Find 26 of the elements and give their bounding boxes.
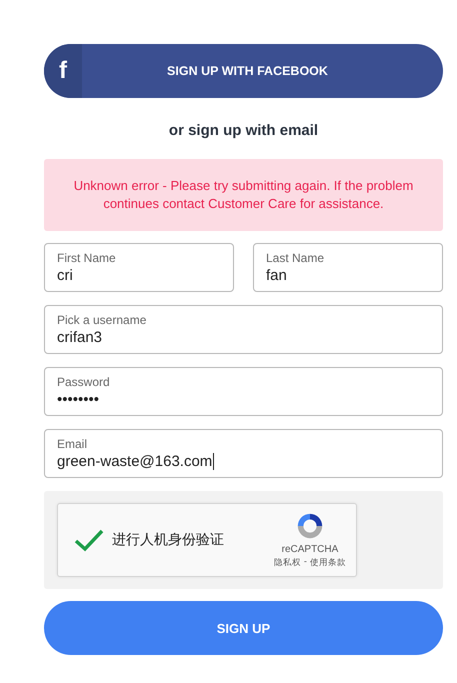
text-field[interactable]: Password •••••••• — [44, 367, 443, 416]
sign-up-button[interactable]: SIGN UP — [44, 601, 443, 655]
text-field[interactable]: Email green-waste@163.com — [44, 429, 443, 478]
text-field[interactable]: Last Name fan — [253, 243, 443, 292]
field-value: green-waste@163.com — [57, 453, 214, 470]
checkmark-icon[interactable] — [74, 528, 104, 552]
field-label: First Name — [57, 251, 116, 265]
field-label: Email — [57, 437, 88, 451]
facebook-icon: f — [44, 44, 82, 98]
facebook-signup-button[interactable]: f SIGN UP WITH FACEBOOK — [44, 44, 443, 98]
error-alert: Unknown error - Please try submitting again. If the problem continues contact Customer Care for assistance. — [44, 159, 443, 231]
link-separator: - — [304, 557, 307, 569]
text-field[interactable]: First Name cri — [44, 243, 234, 292]
field-label: Pick a username — [57, 313, 146, 327]
section-heading: or sign up with email — [168, 122, 318, 139]
captcha-label: 进行人机身份验证 — [112, 531, 225, 549]
terms-link[interactable]: 隐私权 — [274, 557, 301, 569]
recaptcha-brand: reCAPTCHA — [282, 544, 338, 555]
field-label: Password — [57, 375, 110, 389]
field-label: Last Name — [266, 251, 324, 265]
field-value: fan — [266, 267, 287, 284]
text-field[interactable]: Pick a username crifan3 — [44, 305, 443, 354]
field-value: crifan3 — [57, 329, 102, 346]
field-value: •••••••• — [57, 391, 100, 408]
field-value: cri — [57, 267, 73, 284]
terms-link[interactable]: 使用条款 — [310, 557, 346, 569]
